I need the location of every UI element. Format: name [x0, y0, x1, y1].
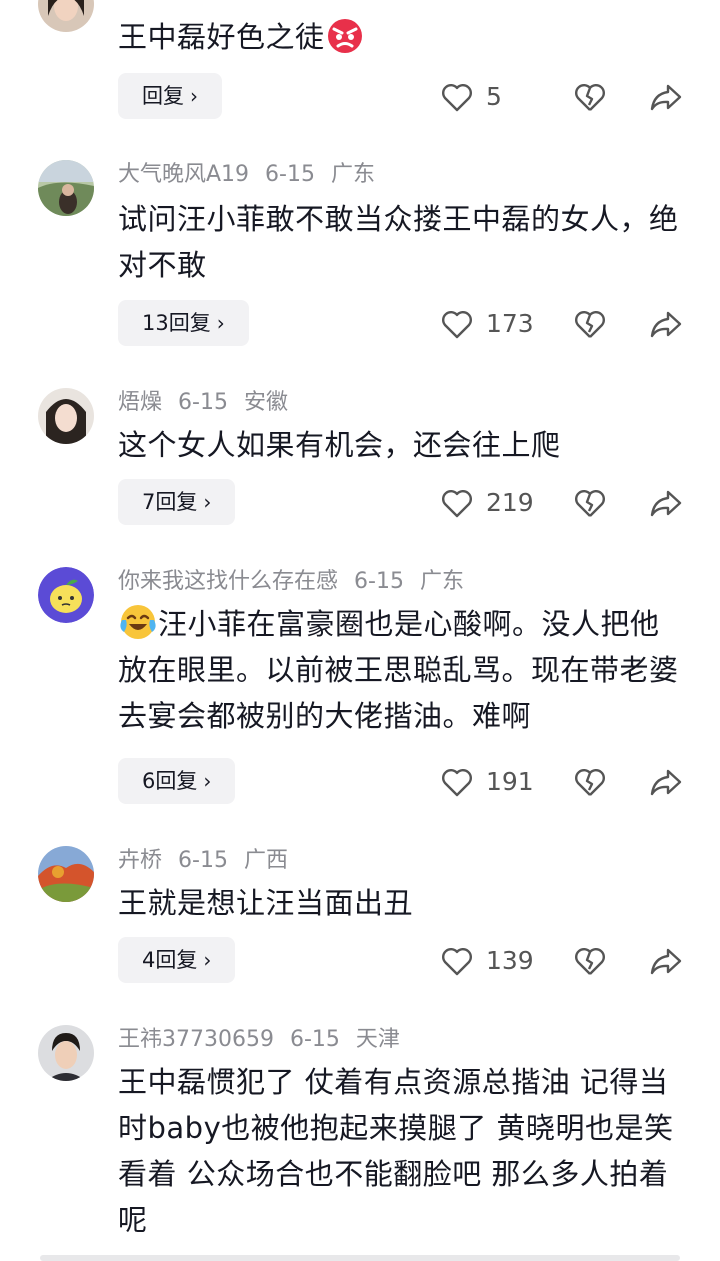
heart-outline-icon: [442, 948, 472, 976]
bottom-divider: [40, 1255, 680, 1261]
username[interactable]: 你来我这找什么存在感: [118, 569, 338, 594]
heart-outline-icon: [442, 84, 472, 112]
comment-actions: 173: [440, 300, 690, 346]
like-count: 5: [486, 82, 502, 111]
comment-text: 这个女人如果有机会，还会往上爬: [118, 428, 561, 462]
heart-outline-icon: [442, 311, 472, 339]
share-arrow-icon[interactable]: [649, 945, 683, 977]
comment-meta: 卉桥 6-15 广西: [118, 846, 304, 876]
broken-heart-icon[interactable]: [574, 81, 606, 113]
comment-date: 6-15: [178, 848, 228, 873]
username[interactable]: 卉桥: [118, 848, 162, 873]
share-arrow-icon[interactable]: [649, 308, 683, 340]
avatar[interactable]: [38, 567, 94, 623]
username[interactable]: 大气晚风A19: [118, 162, 249, 187]
avatar[interactable]: [38, 846, 94, 902]
comment-location: 广西: [243, 848, 288, 873]
heart-outline-icon: [442, 490, 472, 518]
comment-actions: 219: [440, 479, 690, 525]
broken-heart-icon[interactable]: [574, 308, 606, 340]
angry-face-emoji: [325, 15, 365, 55]
comment-actions: 5: [440, 73, 690, 119]
comment-text: 王就是想让汪当面出丑: [118, 886, 414, 920]
comment-actions: 139: [440, 937, 690, 983]
comment-location: 广东: [419, 569, 464, 594]
chevron-right-icon: ›: [203, 769, 212, 793]
comment-date: 6-15: [354, 569, 404, 594]
comment-meta: 大气晚风A19 6-15 广东: [118, 160, 391, 190]
comment-date: 6-15: [178, 390, 228, 415]
chevron-right-icon: ›: [203, 948, 212, 972]
comment-location: 广东: [330, 162, 375, 187]
username[interactable]: 王祎37730659: [118, 1027, 274, 1052]
like-count: 173: [486, 309, 534, 338]
chevron-right-icon: ›: [203, 490, 212, 514]
broken-heart-icon[interactable]: [574, 766, 606, 798]
comment-meta: 焐燥 6-15 安徽: [118, 388, 304, 418]
comment-location: 天津: [355, 1027, 400, 1052]
share-arrow-icon[interactable]: [649, 81, 683, 113]
avatar[interactable]: [38, 388, 94, 444]
share-arrow-icon[interactable]: [649, 766, 683, 798]
chevron-right-icon: ›: [216, 311, 225, 335]
reply-button[interactable]: 回复 ›: [118, 73, 222, 119]
comment-text: 王中磊惯犯了 仗着有点资源总揩油 记得当时baby也被他抱起来摸腿了 黄晓明也是…: [118, 1065, 674, 1237]
comment-date: 6-15: [289, 1027, 340, 1052]
share-arrow-icon[interactable]: [649, 487, 683, 519]
comment-meta: 王祎37730659 6-15 天津: [118, 1025, 416, 1055]
reply-button[interactable]: 13回复 ›: [118, 300, 249, 346]
comment-actions: 191: [440, 758, 690, 804]
heart-outline-icon: [442, 769, 472, 797]
comment-text: 汪小菲在富豪圈也是心酸啊。没人把他放在眼里。以前被王思聪乱骂。现在带老婆去宴会都…: [118, 601, 688, 739]
broken-heart-icon[interactable]: [574, 945, 606, 977]
avatar[interactable]: [38, 160, 94, 216]
comment-meta: 你来我这找什么存在感 6-15 广东: [118, 567, 480, 597]
broken-heart-icon[interactable]: [574, 487, 606, 519]
username[interactable]: 焐燥: [118, 390, 162, 415]
comment-location: 安徽: [243, 390, 288, 415]
like-count: 219: [486, 488, 534, 517]
reply-button[interactable]: 7回复 ›: [118, 479, 236, 525]
comment-date: 6-15: [265, 162, 315, 187]
reply-button[interactable]: 4回复 ›: [118, 937, 236, 983]
avatar[interactable]: [38, 0, 94, 32]
avatar[interactable]: [38, 1025, 94, 1081]
like-count: 139: [486, 946, 534, 975]
comment-text: 王中磊好色之徒: [118, 14, 688, 60]
like-count: 191: [486, 767, 534, 796]
chevron-right-icon: ›: [190, 84, 198, 108]
crying-laughing-emoji: [118, 602, 158, 642]
comment-text: 试问汪小菲敢不敢当众搂王中磊的女人，绝对不敢: [118, 202, 679, 282]
reply-button[interactable]: 6回复 ›: [118, 758, 236, 804]
